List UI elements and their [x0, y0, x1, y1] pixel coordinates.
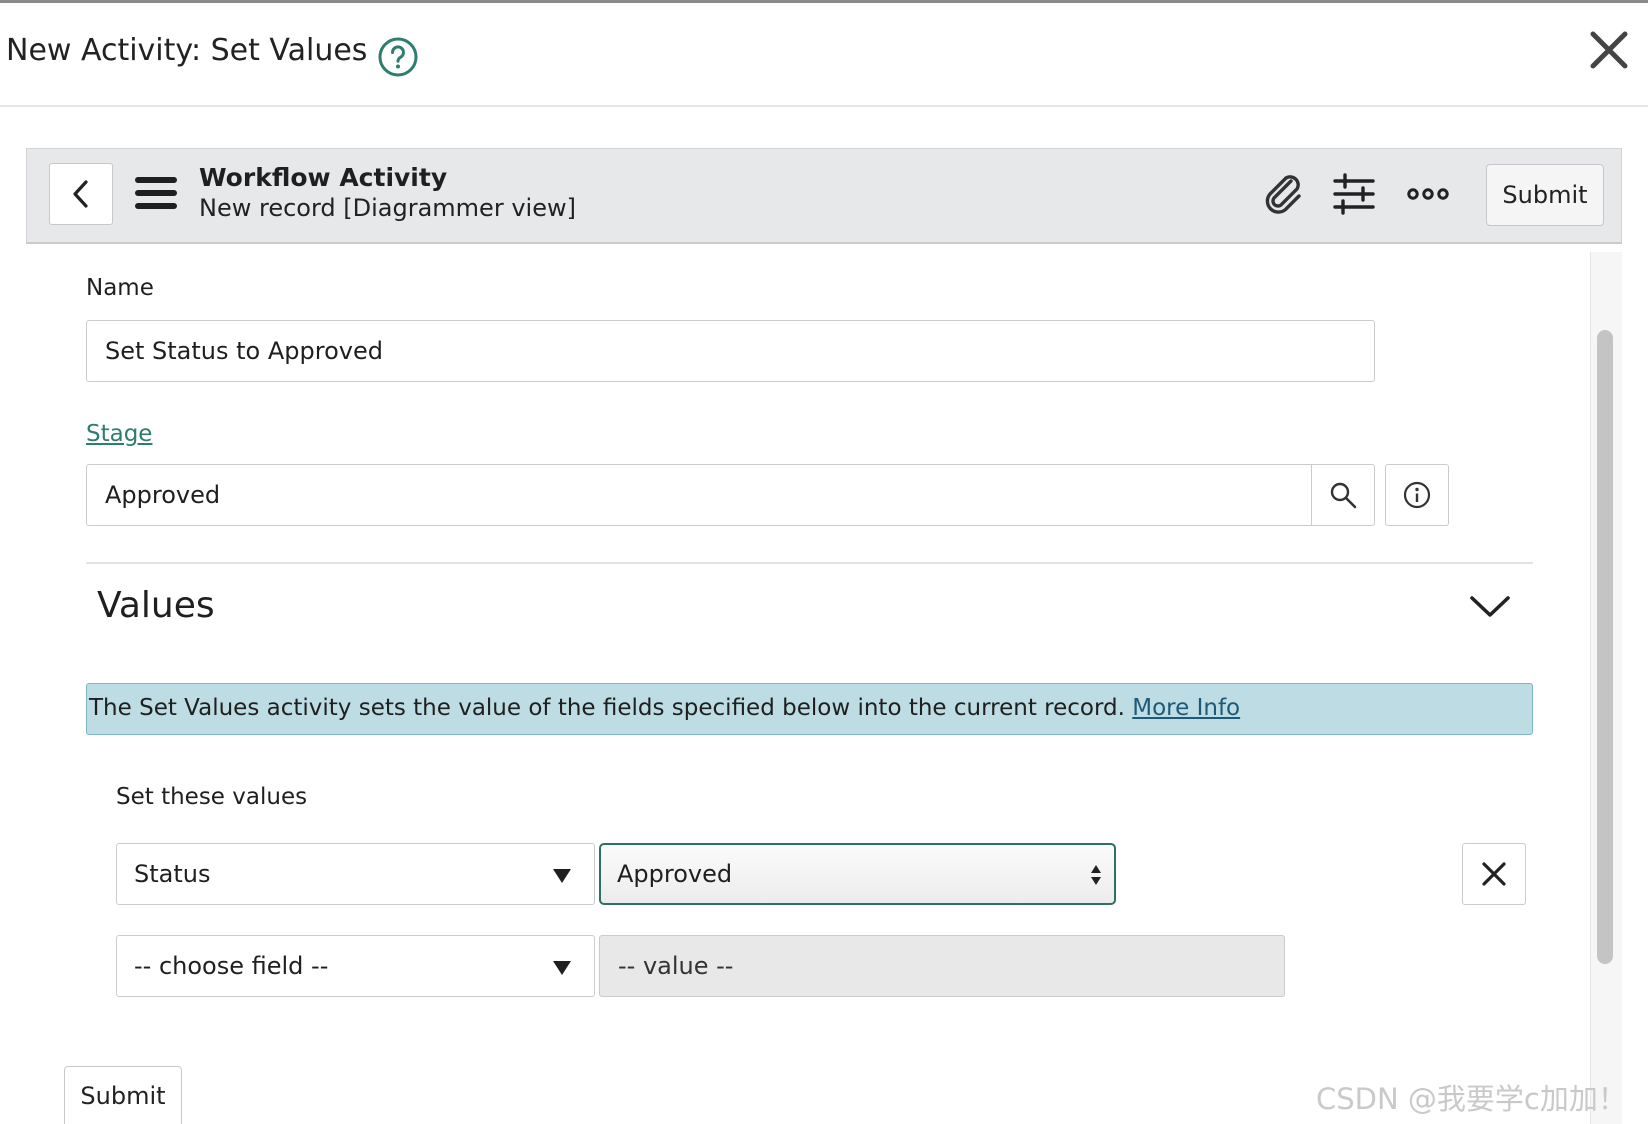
- field-select-row-1[interactable]: Status: [116, 843, 595, 905]
- form-heading: Workflow Activity New record [Diagrammer…: [199, 163, 576, 222]
- value-select-row-1[interactable]: Approved: [599, 843, 1116, 905]
- modal-title: New Activity: Set Values: [6, 33, 368, 68]
- set-values-label: Set these values: [116, 784, 308, 810]
- paperclip-icon[interactable]: [1261, 171, 1307, 217]
- info-banner-text: The Set Values activity sets the value o…: [89, 695, 1125, 721]
- field-select-placeholder: -- choose field --: [134, 952, 329, 980]
- scrollbar-thumb[interactable]: [1597, 330, 1613, 964]
- submit-button[interactable]: Submit: [64, 1066, 182, 1124]
- more-info-link[interactable]: More Info: [1132, 695, 1240, 721]
- modal-header: New Activity: Set Values: [0, 3, 1648, 107]
- dropdown-arrow-icon: [553, 961, 571, 975]
- stage-info-button[interactable]: [1385, 464, 1449, 526]
- form-header: Workflow Activity New record [Diagrammer…: [26, 148, 1622, 244]
- info-icon: [1403, 481, 1431, 509]
- values-section-title: Values: [97, 585, 215, 626]
- value-input-row-2: -- value --: [599, 935, 1285, 997]
- stage-label-link[interactable]: Stage: [86, 421, 152, 447]
- remove-row-button[interactable]: [1462, 843, 1526, 905]
- settings-sliders-icon[interactable]: [1331, 171, 1377, 217]
- form-record-label: New record [Diagrammer view]: [199, 194, 576, 222]
- updown-arrows-icon: [1091, 865, 1101, 885]
- field-select-value: Status: [134, 860, 211, 888]
- back-button[interactable]: [49, 163, 113, 225]
- section-divider: [86, 562, 1533, 564]
- field-select-row-2[interactable]: -- choose field --: [116, 935, 595, 997]
- chevron-down-icon[interactable]: [1468, 588, 1512, 624]
- chevron-left-icon: [73, 180, 88, 208]
- name-input[interactable]: Set Status to Approved: [86, 320, 1375, 382]
- more-options-icon[interactable]: [1405, 171, 1451, 217]
- hamburger-menu-icon[interactable]: [135, 177, 177, 213]
- info-banner: The Set Values activity sets the value o…: [86, 683, 1533, 735]
- stage-lookup-button[interactable]: [1311, 464, 1375, 526]
- close-icon[interactable]: [1588, 29, 1630, 71]
- close-icon: [1482, 862, 1506, 886]
- header-submit-button[interactable]: Submit: [1486, 164, 1604, 226]
- search-icon: [1330, 482, 1357, 509]
- form-table-name: Workflow Activity: [199, 163, 448, 192]
- dropdown-arrow-icon: [553, 869, 571, 883]
- help-icon[interactable]: [377, 36, 419, 78]
- stage-input[interactable]: Approved: [86, 464, 1312, 526]
- watermark: CSDN @我要学c加加！: [1316, 1082, 1627, 1116]
- name-label: Name: [86, 275, 154, 301]
- value-select-value: Approved: [617, 860, 733, 888]
